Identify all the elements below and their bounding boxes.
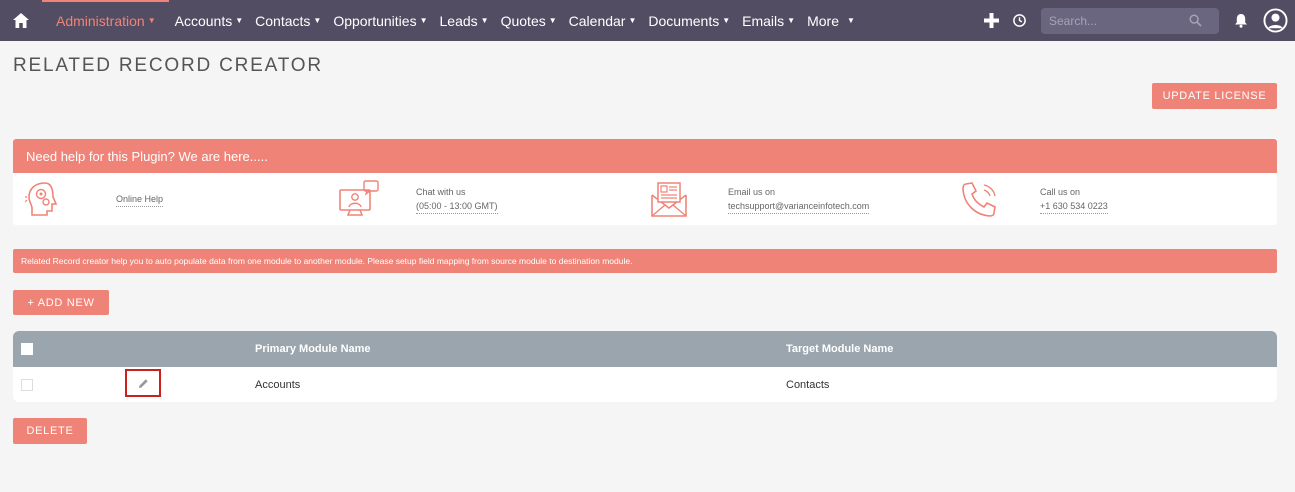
mapping-table: Primary Module Name Target Module Name A…	[13, 331, 1277, 402]
nav-item-opportunities[interactable]: Opportunities ▼	[327, 0, 433, 41]
table-row: Accounts Contacts	[13, 367, 1277, 402]
home-button[interactable]	[0, 0, 42, 41]
info-banner: Related Record creator help you to auto …	[13, 249, 1277, 273]
delete-button[interactable]: DELETE	[13, 418, 87, 444]
page-title: RELATED RECORD CREATOR	[13, 55, 323, 76]
help-heading: Need help for this Plugin? We are here..…	[13, 139, 1277, 173]
nav-item-leads[interactable]: Leads ▼	[434, 0, 495, 41]
user-icon	[1262, 8, 1288, 33]
chat-monitor-icon	[339, 180, 379, 216]
nav-right-tools	[977, 0, 1295, 41]
pencil-icon	[138, 378, 148, 388]
select-all-cell	[21, 331, 33, 367]
row-checkbox[interactable]	[21, 378, 33, 391]
search-input[interactable]	[1049, 13, 1189, 28]
nav-item-contacts[interactable]: Contacts ▼	[249, 0, 327, 41]
nav-item-more[interactable]: More ▼	[801, 0, 861, 41]
row-select-cell	[21, 367, 33, 402]
nav-item-accounts[interactable]: Accounts ▼	[169, 0, 250, 41]
chat-cell: Chat with us (05:00 - 13:00 GMT)	[338, 173, 498, 225]
nav-item-calendar[interactable]: Calendar ▼	[563, 0, 643, 41]
nav-item-administration[interactable]: Administration ▼	[42, 0, 169, 41]
table-header: Primary Module Name Target Module Name	[13, 331, 1277, 367]
caret-down-icon: ▼	[628, 16, 637, 25]
nav-item-emails[interactable]: Emails ▼	[736, 0, 801, 41]
caret-down-icon: ▼	[548, 16, 557, 25]
history-icon	[1012, 14, 1026, 27]
module-menu: Administration ▼ Accounts ▼ Contacts ▼ Oppo…	[42, 0, 861, 41]
column-header-primary[interactable]: Primary Module Name	[255, 331, 371, 367]
bell-icon	[1235, 14, 1247, 28]
caret-down-icon: ▼	[722, 16, 731, 25]
global-search	[1041, 7, 1219, 34]
update-license-button[interactable]: UPDATE LICENSE	[1152, 83, 1277, 109]
select-all-checkbox[interactable]	[21, 343, 33, 355]
user-menu-button[interactable]	[1255, 0, 1295, 41]
help-contacts: Online Help Chat with us (05:00 - 13:00 G…	[13, 173, 1277, 225]
search-icon[interactable]	[1189, 14, 1202, 27]
notifications-button[interactable]	[1227, 0, 1255, 41]
home-icon	[13, 13, 29, 28]
email-link[interactable]: Email us on techsupport@varianceinfotech.…	[728, 185, 870, 214]
caret-down-icon: ▼	[419, 16, 428, 25]
phone-icon	[962, 182, 996, 217]
plus-icon	[983, 13, 999, 28]
primary-module-cell: Accounts	[255, 378, 301, 391]
online-help-cell: Online Help	[25, 173, 164, 225]
chat-link[interactable]: Chat with us (05:00 - 13:00 GMT)	[416, 185, 498, 214]
help-panel: Need help for this Plugin? We are here..…	[13, 139, 1277, 225]
caret-down-icon: ▼	[480, 16, 489, 25]
caret-down-icon: ▼	[787, 16, 796, 25]
add-new-button[interactable]: + ADD NEW	[13, 290, 109, 315]
target-module-cell: Contacts	[786, 378, 830, 391]
caret-down-icon: ▼	[147, 16, 156, 25]
email-cell: Email us on techsupport@varianceinfotech.…	[649, 173, 870, 225]
call-link[interactable]: Call us on +1 630 534 0223	[1040, 185, 1108, 214]
caret-down-icon: ▼	[846, 16, 855, 25]
caret-down-icon: ▼	[235, 16, 244, 25]
edit-button[interactable]	[125, 369, 161, 397]
online-help-link[interactable]: Online Help	[116, 192, 164, 207]
nav-item-documents[interactable]: Documents ▼	[642, 0, 736, 41]
email-envelope-icon	[651, 182, 687, 217]
recently-viewed-button[interactable]	[1005, 0, 1033, 41]
call-cell: Call us on +1 630 534 0223	[960, 173, 1108, 225]
nav-item-quotes[interactable]: Quotes ▼	[495, 0, 563, 41]
head-gears-icon	[25, 182, 58, 216]
column-header-target[interactable]: Target Module Name	[786, 331, 893, 367]
top-navigation-bar: Administration ▼ Accounts ▼ Contacts ▼ Oppo…	[0, 0, 1295, 41]
quick-create-button[interactable]	[977, 0, 1005, 41]
caret-down-icon: ▼	[313, 16, 322, 25]
